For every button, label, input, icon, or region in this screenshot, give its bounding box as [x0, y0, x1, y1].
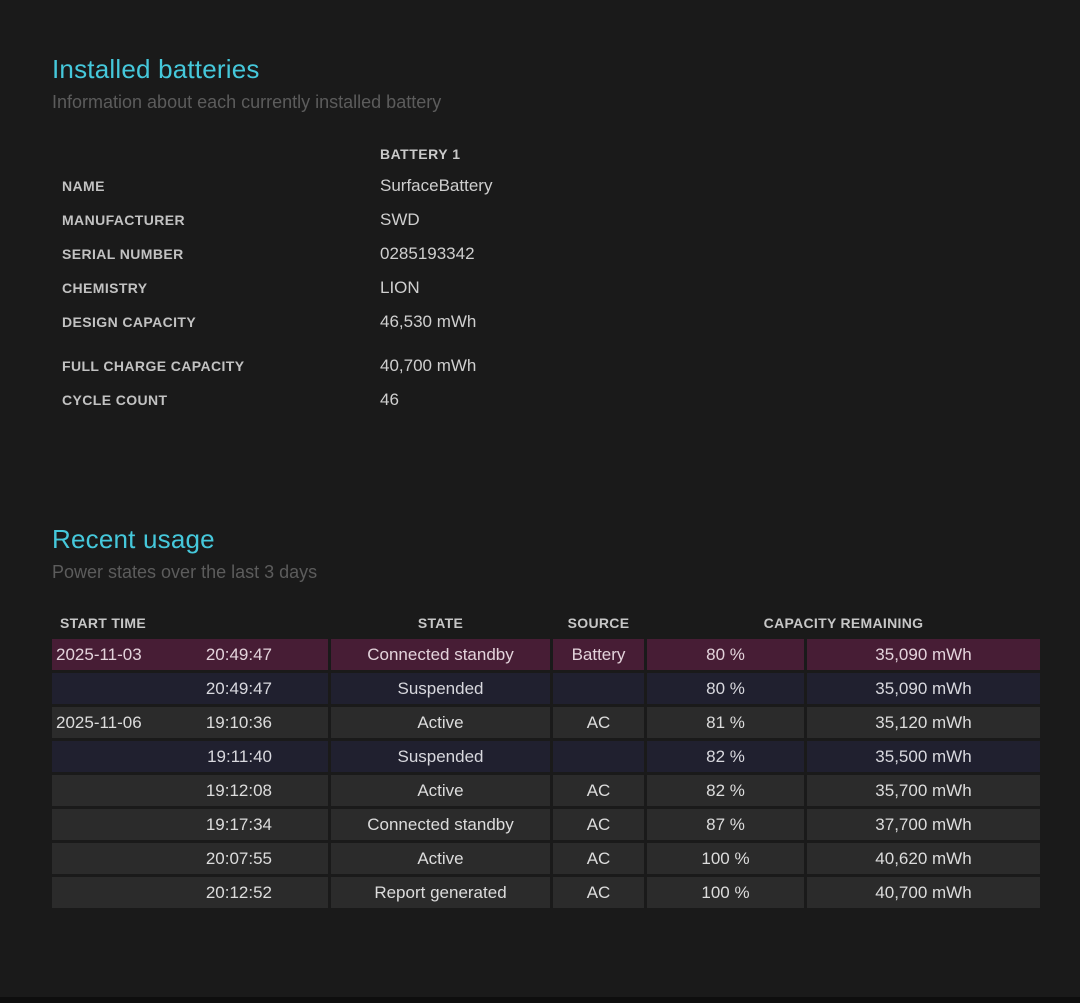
recent-usage-table: START TIME STATE SOURCE CAPACITY REMAINI…	[52, 610, 1040, 908]
usage-table-row: 2025-11-03 20:49:47 Connected standby Ba…	[52, 639, 1040, 670]
usage-table-row: 19:17:34 Connected standby AC 87 % 37,70…	[52, 809, 1040, 840]
cell-capacity-percent: 82 %	[647, 741, 804, 772]
usage-table-body: 2025-11-03 20:49:47 Connected standby Ba…	[52, 639, 1040, 908]
cell-state: Active	[331, 775, 550, 806]
usage-table-row: 19:12:08 Active AC 82 % 35,700 mWh	[52, 775, 1040, 806]
cell-source: AC	[553, 707, 644, 738]
cell-state: Connected standby	[331, 639, 550, 670]
header-state: STATE	[331, 615, 550, 631]
cell-state: Active	[331, 843, 550, 874]
cell-source: AC	[553, 775, 644, 806]
battery-field-label: FULL CHARGE CAPACITY	[62, 358, 380, 374]
cell-state: Suspended	[331, 741, 550, 772]
start-time: 19:11:40	[207, 747, 272, 767]
start-time: 19:12:08	[206, 781, 272, 801]
cell-start-time: 2025-11-03 20:49:47	[52, 639, 328, 670]
cell-capacity-mwh: 35,090 mWh	[807, 639, 1040, 670]
usage-table-row: 19:11:40 Suspended 82 % 35,500 mWh	[52, 741, 1040, 772]
start-date: 2025-11-06	[56, 713, 142, 733]
cell-source	[553, 673, 644, 704]
battery-field-value: LION	[380, 278, 420, 298]
battery-field-label: NAME	[62, 178, 380, 194]
recent-usage-title: Recent usage	[52, 524, 1040, 555]
cell-capacity-mwh: 35,120 mWh	[807, 707, 1040, 738]
battery-field-label: DESIGN CAPACITY	[62, 314, 380, 330]
usage-table-row: 20:12:52 Report generated AC 100 % 40,70…	[52, 877, 1040, 908]
start-time: 20:49:47	[206, 679, 272, 699]
cell-start-time: 19:11:40	[52, 741, 328, 772]
battery-field-row: DESIGN CAPACITY 46,530 mWh	[62, 305, 492, 339]
header-source: SOURCE	[553, 615, 644, 631]
cell-start-time: 20:07:55	[52, 843, 328, 874]
battery-field-row: CYCLE COUNT 46	[62, 383, 492, 417]
recent-usage-subtitle: Power states over the last 3 days	[52, 561, 1040, 583]
usage-table-row: 2025-11-06 19:10:36 Active AC 81 % 35,12…	[52, 707, 1040, 738]
cell-capacity-percent: 87 %	[647, 809, 804, 840]
usage-table-header-row: START TIME STATE SOURCE CAPACITY REMAINI…	[52, 610, 1040, 636]
cell-source: Battery	[553, 639, 644, 670]
cell-capacity-percent: 100 %	[647, 877, 804, 908]
cell-capacity-percent: 82 %	[647, 775, 804, 806]
battery-field-value: SurfaceBattery	[380, 176, 492, 196]
installed-batteries-section: Installed batteries Information about ea…	[52, 54, 492, 417]
battery-field-label: MANUFACTURER	[62, 212, 380, 228]
cell-state: Suspended	[331, 673, 550, 704]
cell-start-time: 20:12:52	[52, 877, 328, 908]
bottom-edge-strip	[0, 997, 1080, 1003]
battery-field-value: 0285193342	[380, 244, 475, 264]
cell-state: Connected standby	[331, 809, 550, 840]
start-date: 2025-11-03	[56, 645, 142, 665]
battery-field-row: CHEMISTRY LION	[62, 271, 492, 305]
start-time: 20:49:47	[206, 645, 272, 665]
cell-start-time: 19:17:34	[52, 809, 328, 840]
cell-state: Active	[331, 707, 550, 738]
battery-fields: NAME SurfaceBattery MANUFACTURER SWD SER…	[62, 169, 492, 417]
battery-field-value: 46	[380, 390, 399, 410]
cell-source: AC	[553, 877, 644, 908]
battery-field-label: CHEMISTRY	[62, 280, 380, 296]
cell-source: AC	[553, 843, 644, 874]
installed-batteries-title: Installed batteries	[52, 54, 492, 85]
cell-capacity-percent: 80 %	[647, 639, 804, 670]
cell-capacity-mwh: 37,700 mWh	[807, 809, 1040, 840]
recent-usage-section: Recent usage Power states over the last …	[52, 524, 1040, 911]
battery-info-table: BATTERY 1 NAME SurfaceBattery MANUFACTUR…	[62, 139, 492, 417]
battery-field-row: MANUFACTURER SWD	[62, 203, 492, 237]
cell-capacity-mwh: 35,700 mWh	[807, 775, 1040, 806]
cell-capacity-mwh: 40,700 mWh	[807, 877, 1040, 908]
start-time: 19:17:34	[206, 815, 272, 835]
cell-capacity-percent: 81 %	[647, 707, 804, 738]
battery-column-header: BATTERY 1	[380, 139, 492, 169]
battery-field-row: FULL CHARGE CAPACITY 40,700 mWh	[62, 349, 492, 383]
cell-capacity-percent: 100 %	[647, 843, 804, 874]
cell-start-time: 2025-11-06 19:10:36	[52, 707, 328, 738]
cell-capacity-mwh: 40,620 mWh	[807, 843, 1040, 874]
battery-field-value: SWD	[380, 210, 420, 230]
cell-state: Report generated	[331, 877, 550, 908]
cell-source	[553, 741, 644, 772]
cell-start-time: 20:49:47	[52, 673, 328, 704]
battery-field-row: NAME SurfaceBattery	[62, 169, 492, 203]
start-time: 20:07:55	[206, 849, 272, 869]
cell-capacity-mwh: 35,500 mWh	[807, 741, 1040, 772]
installed-batteries-subtitle: Information about each currently install…	[52, 91, 492, 113]
header-start-time: START TIME	[52, 615, 328, 631]
battery-field-label: CYCLE COUNT	[62, 392, 380, 408]
battery-field-value: 40,700 mWh	[380, 356, 476, 376]
battery-field-value: 46,530 mWh	[380, 312, 476, 332]
cell-capacity-mwh: 35,090 mWh	[807, 673, 1040, 704]
header-capacity-remaining: CAPACITY REMAINING	[647, 615, 1040, 631]
usage-table-row: 20:49:47 Suspended 80 % 35,090 mWh	[52, 673, 1040, 704]
battery-report-page: Installed batteries Information about ea…	[0, 0, 1080, 1003]
start-time: 20:12:52	[206, 883, 272, 903]
cell-start-time: 19:12:08	[52, 775, 328, 806]
battery-field-row: SERIAL NUMBER 0285193342	[62, 237, 492, 271]
cell-capacity-percent: 80 %	[647, 673, 804, 704]
start-time: 19:10:36	[206, 713, 272, 733]
usage-table-row: 20:07:55 Active AC 100 % 40,620 mWh	[52, 843, 1040, 874]
cell-source: AC	[553, 809, 644, 840]
battery-field-label: SERIAL NUMBER	[62, 246, 380, 262]
